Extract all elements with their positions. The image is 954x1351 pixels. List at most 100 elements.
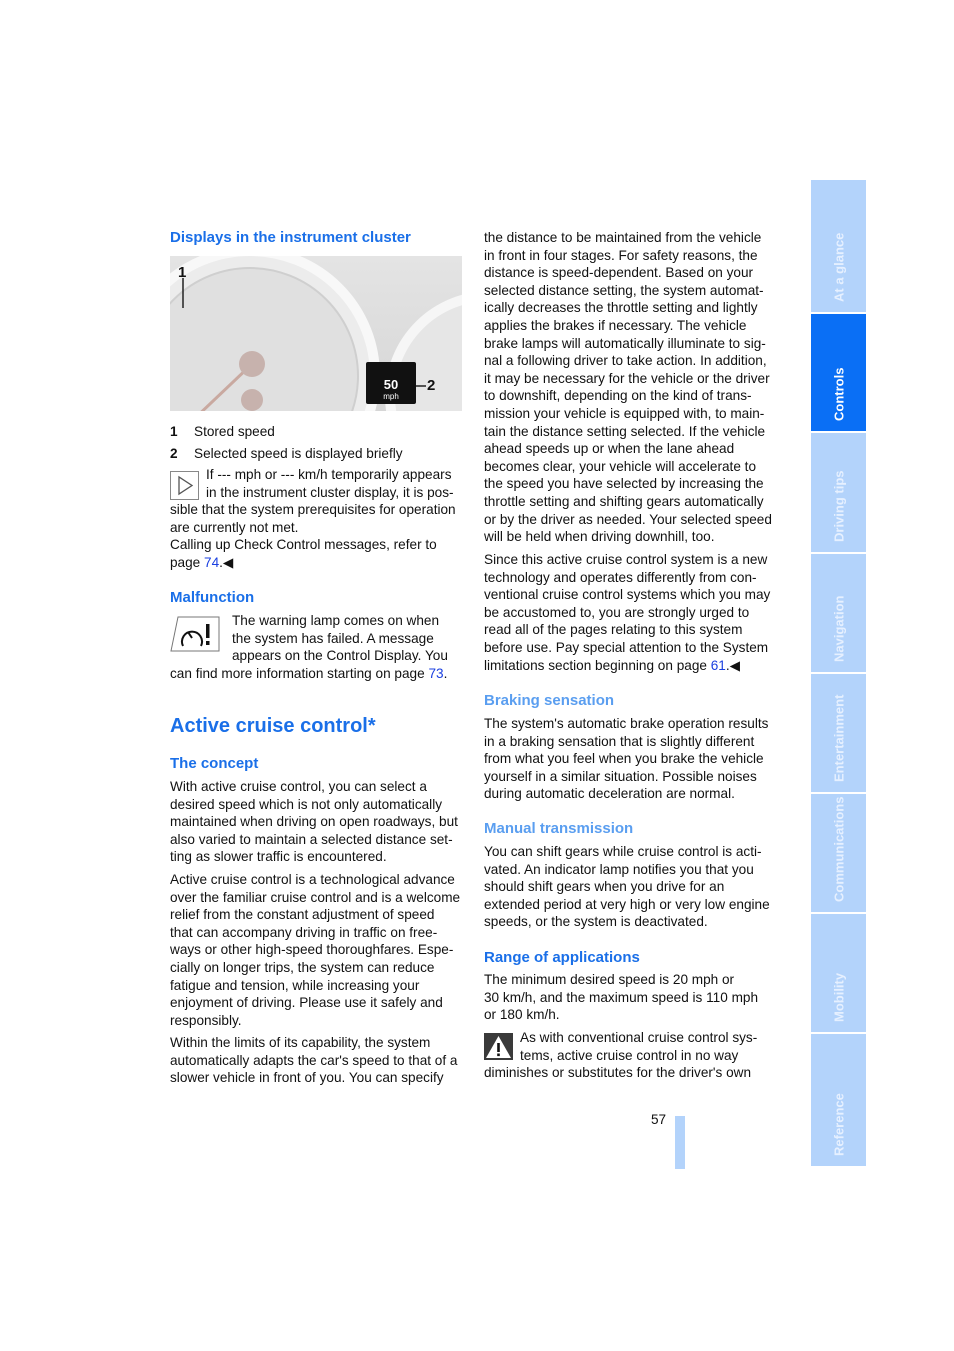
text-line: appears on the Control Display. You [232, 648, 448, 664]
text-line: will be held when driving downhill, too. [484, 529, 715, 545]
malfunction-text: The warning lamp comes on when the system… [170, 612, 448, 682]
text-line: should shift gears when you drive for an [484, 879, 725, 895]
tab-label: Navigation [831, 595, 846, 662]
text-line: in a braking sensation that is slightly … [484, 733, 755, 749]
text-line: becomes clear, your vehicle will acceler… [484, 458, 757, 474]
text-line: before use. Pay special attention to the… [484, 639, 769, 655]
text-line: the speed you have selected by increasin… [484, 476, 764, 492]
callout-2: 2 [427, 377, 436, 394]
section-heading-braking: Braking sensation [484, 692, 615, 709]
tab-communications[interactable]: Communications [811, 794, 866, 914]
page-title: Active cruise control* [170, 715, 376, 737]
warning-text: As with conventional cruise control sys-… [484, 1029, 757, 1082]
text-line: nal a following driver to take action. I… [484, 353, 767, 369]
legend-text: Stored speed [194, 424, 275, 439]
tab-at-a-glance[interactable]: At a glance [811, 180, 866, 314]
text-line: ventional cruise control systems which y… [484, 587, 771, 603]
text-line: from what you feel when you brake the ve… [484, 751, 764, 767]
text-line: cially on longer trips, the system can r… [170, 959, 435, 975]
tab-navigation[interactable]: Navigation [811, 554, 866, 674]
text-line: the system has failed. A message [232, 630, 434, 646]
text-line: over the familiar cruise control and is … [170, 889, 461, 905]
text-line: that can accompany driving in traffic on… [170, 924, 438, 940]
end-mark: .◀ [725, 657, 741, 673]
text-line: speeds, or the system is deactivated. [484, 914, 708, 930]
speedometer-illustration [170, 256, 462, 411]
text-line: read all of the pages relating to this s… [484, 622, 743, 638]
tab-controls[interactable]: Controls [811, 314, 866, 433]
text-line: ting as slower traffic is encountered. [170, 849, 387, 865]
text: limitations section beginning on page [484, 657, 711, 673]
text-line: The minimum desired speed is 20 mph or [484, 972, 735, 987]
section-heading-malfunction: Malfunction [170, 589, 255, 606]
manual-paragraph: You can shift gears while cruise control… [484, 843, 770, 931]
tab-label: Entertainment [831, 694, 846, 782]
text-lines: Since this active cruise control system … [484, 551, 770, 657]
text-line: be accustomed to, you are strongly urged… [484, 604, 750, 620]
tab-label: Mobility [831, 972, 846, 1022]
concept-paragraph-3: Within the limits of its capability, the… [170, 1034, 457, 1087]
text-line: ahead speeds up or when the lane ahead [484, 441, 735, 457]
text-lines: the distance to be maintained from the v… [484, 229, 772, 546]
section-heading-concept: The concept [170, 755, 259, 772]
text-line: ways or other high-speed thoroughfares. … [170, 942, 454, 958]
range-paragraph: The minimum desired speed is 20 mph or 30… [484, 971, 758, 1024]
tab-label: Reference [831, 1093, 846, 1156]
tab-reference[interactable]: Reference [811, 1034, 866, 1168]
tab-label: Driving tips [831, 470, 846, 542]
page-marker-bar [675, 1116, 685, 1169]
text-lines: The system's automatic brake operation r… [484, 715, 768, 803]
callout-1: 1 [178, 264, 187, 281]
text-line: selected distance setting, the system au… [484, 282, 764, 298]
legend-item: 2 Selected speed is displayed briefly [170, 443, 403, 465]
text-line: to downshift, depending on the kind of t… [484, 388, 752, 404]
text-line: The system's automatic brake operation r… [484, 716, 769, 731]
text-lines: With active cruise control, you can sele… [170, 778, 458, 866]
tab-mobility[interactable]: Mobility [811, 914, 866, 1034]
text-lines: You can shift gears while cruise control… [484, 843, 770, 931]
text-line: brake lamps will automatically illuminat… [484, 335, 766, 351]
instrument-cluster-figure: 1 2 50 mph [170, 256, 462, 411]
text: . [443, 665, 448, 681]
page-link-73[interactable]: 73 [428, 666, 443, 681]
tab-label: Controls [831, 367, 846, 421]
text-line: vated. An indicator lamp notifies you th… [484, 861, 754, 877]
text-line: automatically adapts the car's speed to … [170, 1052, 458, 1068]
text-line: it may be necessary for the vehicle or t… [484, 370, 770, 386]
text-lines: The warning lamp comes on when the system… [170, 612, 448, 665]
text-line: diminishes or substitutes for the driver… [484, 1065, 752, 1081]
text-lines: As with conventional cruise control sys-… [484, 1029, 757, 1082]
text-line: in the instrument cluster display, it is… [206, 484, 454, 500]
note-text: If --- mph or --- km/h temporarily appea… [170, 466, 456, 572]
text-line: With active cruise control, you can sele… [170, 779, 427, 794]
end-mark: .◀ [219, 554, 234, 570]
new-technology-paragraph: Since this active cruise control system … [484, 551, 770, 674]
page-link-74[interactable]: 74 [204, 555, 219, 570]
text-line: applies the brakes if necessary. The veh… [484, 317, 747, 333]
text-line: Calling up Check Control messages, refer… [170, 537, 437, 553]
distance-paragraph: the distance to be maintained from the v… [484, 229, 772, 546]
text-line: slower vehicle in front of you. You can … [170, 1070, 444, 1086]
text-line: Since this active cruise control system … [484, 552, 768, 567]
figure-legend: 1 Stored speed 2 Selected speed is display… [170, 421, 403, 465]
text-line: responsibly. [170, 1012, 242, 1028]
text-line: also varied to maintain a selected dista… [170, 831, 453, 847]
text-line: ically decreases the throttle setting an… [484, 300, 758, 316]
tab-entertainment[interactable]: Entertainment [811, 674, 866, 794]
text-line: You can shift gears while cruise control… [484, 844, 762, 859]
text-line: tems, active cruise control in no way [520, 1047, 739, 1063]
text-line: in front in four stages. For safety reas… [484, 247, 758, 263]
text-line: Active cruise control is a technological… [170, 872, 455, 887]
page-link-61[interactable]: 61 [711, 658, 726, 673]
text-line: sible that the system prerequisites for … [170, 502, 456, 518]
text-line: maintained when driving on open roadways… [170, 814, 458, 830]
text-line: If --- mph or --- km/h temporarily appea… [206, 467, 452, 482]
text-line: mission your vehicle is equipped with, t… [484, 405, 765, 421]
text-line: the distance to be maintained from the v… [484, 230, 762, 245]
tab-driving-tips[interactable]: Driving tips [811, 433, 866, 554]
text-line: or by the driver as needed. Your selecte… [484, 511, 772, 527]
braking-paragraph: The system's automatic brake operation r… [484, 715, 768, 803]
text-line: technology and operates differently from… [484, 569, 757, 585]
text-line: during automatic deceleration are normal… [484, 786, 735, 802]
text: page [170, 554, 205, 570]
